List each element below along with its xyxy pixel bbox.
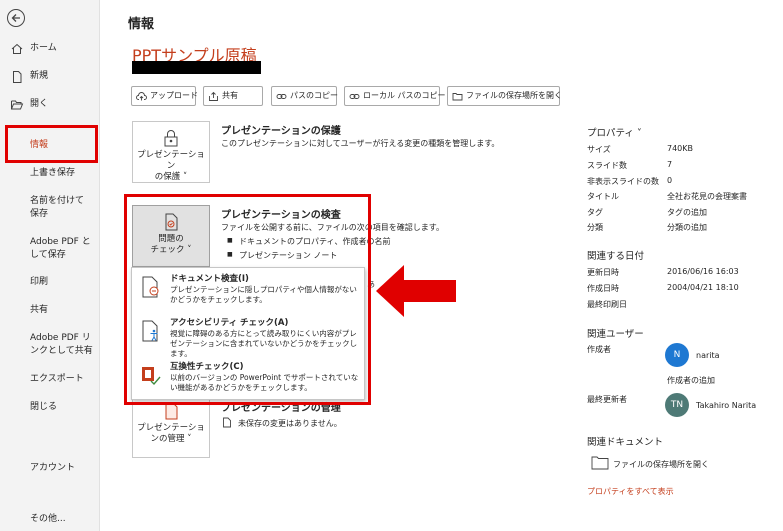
copy-local-path-button[interactable]: ローカル パスのコピー <box>344 86 446 106</box>
nav-print[interactable]: 印刷 <box>0 276 100 289</box>
nav-close-label: 閉じる <box>30 402 58 412</box>
prop-key: サイズ <box>587 145 611 154</box>
info-highlight-box <box>5 125 98 163</box>
inspect-highlight-box <box>124 194 371 405</box>
open-file-location-label: ファイルの保存場所を開く <box>466 91 562 100</box>
lock-icon <box>164 130 178 147</box>
folder-open-icon <box>11 100 24 110</box>
nav-more-label: その他... <box>30 514 66 524</box>
nav-account[interactable]: アカウント <box>0 462 100 475</box>
prop-title-value[interactable]: 全社お花見の会理案書 <box>667 191 747 202</box>
copy-local-path-label: ローカル パスのコピー <box>363 91 446 100</box>
manage-presentation-tile[interactable]: プレゼンテーショ ンの管理 ˅ <box>132 396 210 458</box>
prop-key: 非表示スライドの数 <box>587 177 659 186</box>
properties-header[interactable]: プロパティ ˅ <box>587 125 642 139</box>
open-file-location-link[interactable]: ファイルの保存場所を開く <box>613 459 709 470</box>
share-button[interactable]: 共有 <box>203 86 263 106</box>
cloud-upload-icon <box>136 92 147 101</box>
new-document-icon <box>13 71 22 83</box>
nav-share[interactable]: 共有 <box>0 304 100 317</box>
nav-save-as-label: 名前を付けて保存 <box>30 196 85 219</box>
protect-section-title: プレゼンテーションの保護 <box>221 126 341 137</box>
nav-open-label: 開く <box>30 99 49 109</box>
related-dates-header: 関連する日付 <box>587 251 645 262</box>
protect-tile-label: プレゼンテーション の保護 ˅ <box>137 150 205 182</box>
home-icon <box>11 43 23 54</box>
nav-new[interactable]: 新規 <box>0 70 100 83</box>
related-docs-header: 関連ドキュメント <box>587 437 664 448</box>
last-modified-label: 最終更新者 <box>587 395 627 404</box>
prop-value: 740KB <box>667 144 694 153</box>
nav-open[interactable]: 開く <box>0 98 100 111</box>
date-key: 作成日時 <box>587 284 619 293</box>
prop-key: 分類 <box>587 223 603 232</box>
prop-value: 0 <box>667 176 673 185</box>
manage-tile-label: プレゼンテーショ ンの管理 ˅ <box>137 423 205 444</box>
date-value: 2016/06/16 16:03 <box>667 267 739 276</box>
manage-section-desc: 未保存の変更はありません。 <box>238 419 342 428</box>
nav-save[interactable]: 上書き保存 <box>0 167 100 180</box>
nav-save-as[interactable]: 名前を付けて保存 <box>0 195 90 221</box>
folder-icon <box>452 93 463 101</box>
protect-section-desc: このプレゼンテーションに対してユーザーが行える変更の種類を管理します。 <box>221 139 500 148</box>
upload-button[interactable]: アップロード <box>131 86 198 106</box>
related-users-header: 関連ユーザー <box>587 329 644 340</box>
share-icon <box>209 91 218 101</box>
author-label: 作成者 <box>587 345 611 354</box>
nav-share-adobe-pdf-link[interactable]: Adobe PDF リンクとして共有 <box>0 332 94 358</box>
share-label: 共有 <box>222 91 238 100</box>
nav-close[interactable]: 閉じる <box>0 401 100 414</box>
nav-home[interactable]: ホーム <box>0 42 100 55</box>
page-title: 情報 <box>128 17 155 32</box>
nav-home-label: ホーム <box>30 43 57 53</box>
date-key: 最終印刷日 <box>587 300 627 309</box>
date-value: 2004/04/21 18:10 <box>667 283 739 292</box>
nav-export[interactable]: エクスポート <box>0 373 100 386</box>
nav-new-label: 新規 <box>30 71 49 81</box>
copy-path-button[interactable]: パスのコピー <box>271 86 338 106</box>
nav-share-adobe-pdf-link-label: Adobe PDF リンクとして共有 <box>30 333 93 356</box>
link-icon <box>276 94 287 99</box>
open-file-location-button[interactable]: ファイルの保存場所を開く <box>447 86 562 106</box>
add-category-field[interactable]: 分類の追加 <box>667 222 707 233</box>
nav-save-adobe-pdf[interactable]: Adobe PDF として保存 <box>0 236 92 262</box>
red-arrow-icon <box>376 265 456 317</box>
author-avatar[interactable]: N <box>665 343 689 367</box>
modifier-avatar[interactable]: TN <box>665 393 689 417</box>
show-all-properties-link[interactable]: プロパティをすべて表示 <box>587 486 674 497</box>
nav-export-label: エクスポート <box>30 374 84 384</box>
nav-share-label: 共有 <box>30 305 49 315</box>
modifier-name[interactable]: Takahiro Narita <box>696 401 756 410</box>
protect-presentation-tile[interactable]: プレゼンテーション の保護 ˅ <box>132 121 210 183</box>
add-author-link[interactable]: 作成者の追加 <box>667 375 715 386</box>
prop-key: スライド数 <box>587 161 627 170</box>
back-arrow-icon[interactable] <box>7 9 25 27</box>
add-tag-field[interactable]: タグの追加 <box>667 207 707 218</box>
upload-label: アップロード <box>150 91 198 100</box>
nav-more[interactable]: その他... <box>0 513 100 526</box>
folder-icon <box>591 456 609 470</box>
nav-print-label: 印刷 <box>30 277 49 287</box>
nav-save-adobe-pdf-label: Adobe PDF として保存 <box>30 237 91 260</box>
date-key: 更新日時 <box>587 268 619 277</box>
prop-key: タグ <box>587 208 603 217</box>
author-name[interactable]: narita <box>696 351 720 360</box>
nav-save-label: 上書き保存 <box>30 168 76 178</box>
copy-path-label: パスのコピー <box>290 91 338 100</box>
prop-value: 7 <box>667 160 673 169</box>
document-icon <box>223 417 231 428</box>
nav-account-label: アカウント <box>30 463 76 473</box>
backstage-sidebar: ホーム 新規 開く 情報 上書き保存 名前を付けて保存 Adobe PDF とし… <box>0 0 100 531</box>
link-icon <box>349 94 360 99</box>
redacted-path-bar <box>132 61 261 74</box>
prop-key: タイトル <box>587 192 619 201</box>
